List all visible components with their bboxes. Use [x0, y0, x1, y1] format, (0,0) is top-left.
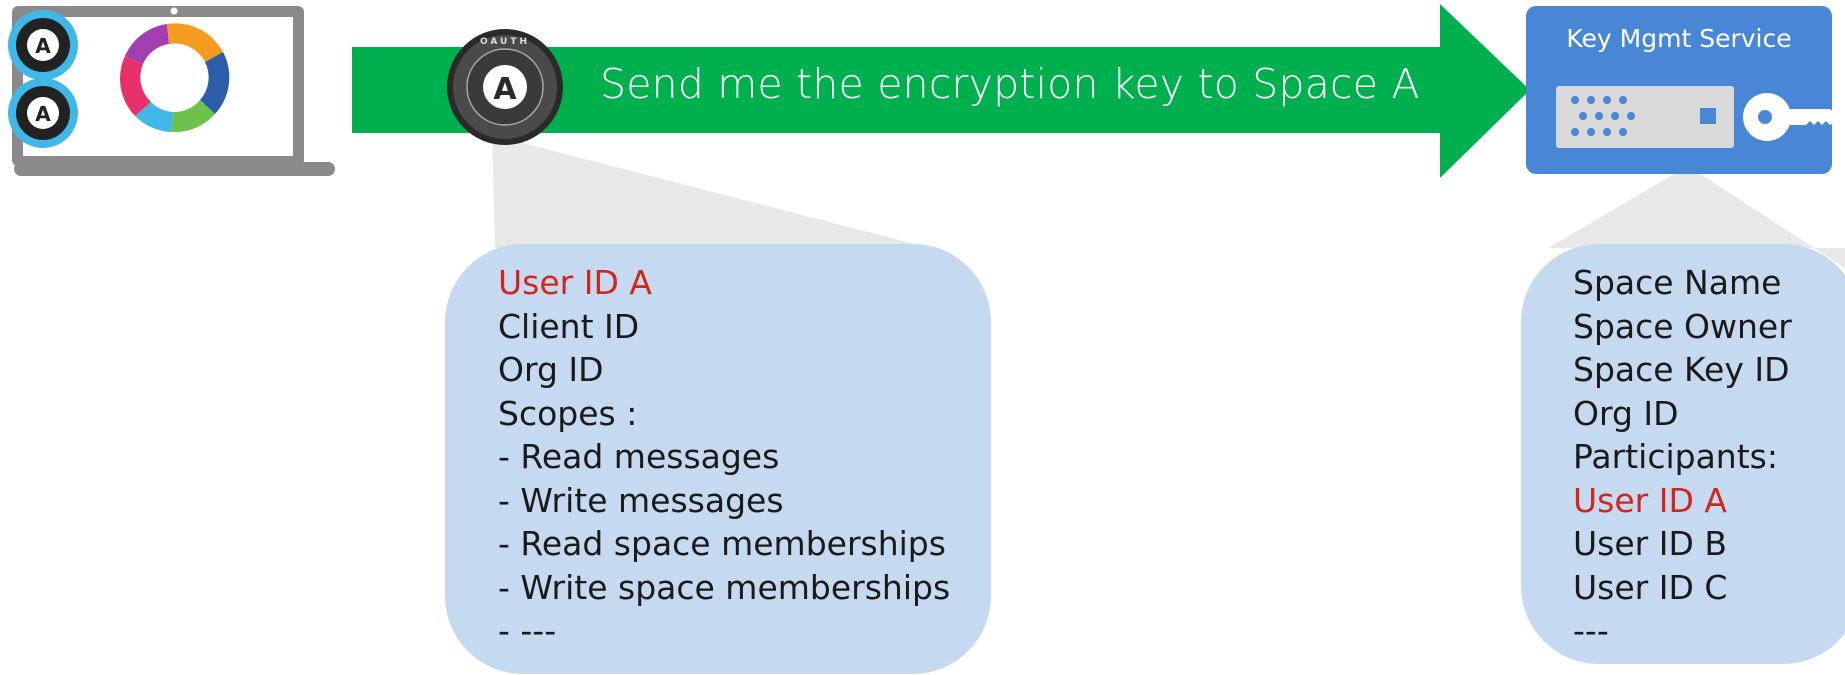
space-record-field: Participants:: [1573, 437, 1778, 476]
space-record-list: Space Name Space Owner Space Key ID Org …: [1573, 261, 1792, 653]
token-field: - Write space memberships: [498, 567, 951, 607]
request-message: Send me the encryption key to Space A: [600, 60, 1420, 108]
oauth-badge-icon: A: [8, 10, 78, 80]
token-field: Client ID: [498, 306, 640, 346]
space-record-field: Space Key ID: [1573, 350, 1790, 389]
token-callout-pointer: [492, 135, 930, 248]
space-record-field: ---: [1573, 611, 1609, 650]
oauth-badge-icon: A: [8, 78, 78, 148]
space-record-field: User ID B: [1573, 524, 1727, 563]
space-record-field: Org ID: [1573, 393, 1679, 433]
token-field: - Write messages: [498, 480, 784, 520]
space-record-field: Space Name: [1573, 263, 1782, 302]
svg-text:A: A: [35, 102, 51, 126]
space-record-field: User ID A: [1573, 480, 1727, 520]
token-field: Scopes :: [498, 393, 638, 433]
oauth-badge-top-text: OAUTH: [480, 37, 530, 47]
token-field: Org ID: [498, 350, 604, 389]
oauth-token-badge-icon: A OAUTH: [447, 29, 563, 145]
token-field: - Read messages: [498, 437, 780, 476]
token-field: User ID A: [498, 263, 652, 302]
token-details-list: User ID A Client ID Org ID Scopes : - Re…: [498, 261, 950, 653]
space-record-field: Space Owner: [1573, 306, 1792, 346]
token-field: - ---: [498, 611, 557, 650]
svg-text:A: A: [35, 34, 51, 58]
server-icon: [1556, 86, 1734, 148]
svg-text:A: A: [493, 72, 517, 107]
space-record-field: User ID C: [1573, 567, 1728, 607]
token-field: - Read space memberships: [498, 524, 946, 563]
key-service-title: Key Mgmt Service: [1566, 24, 1792, 53]
